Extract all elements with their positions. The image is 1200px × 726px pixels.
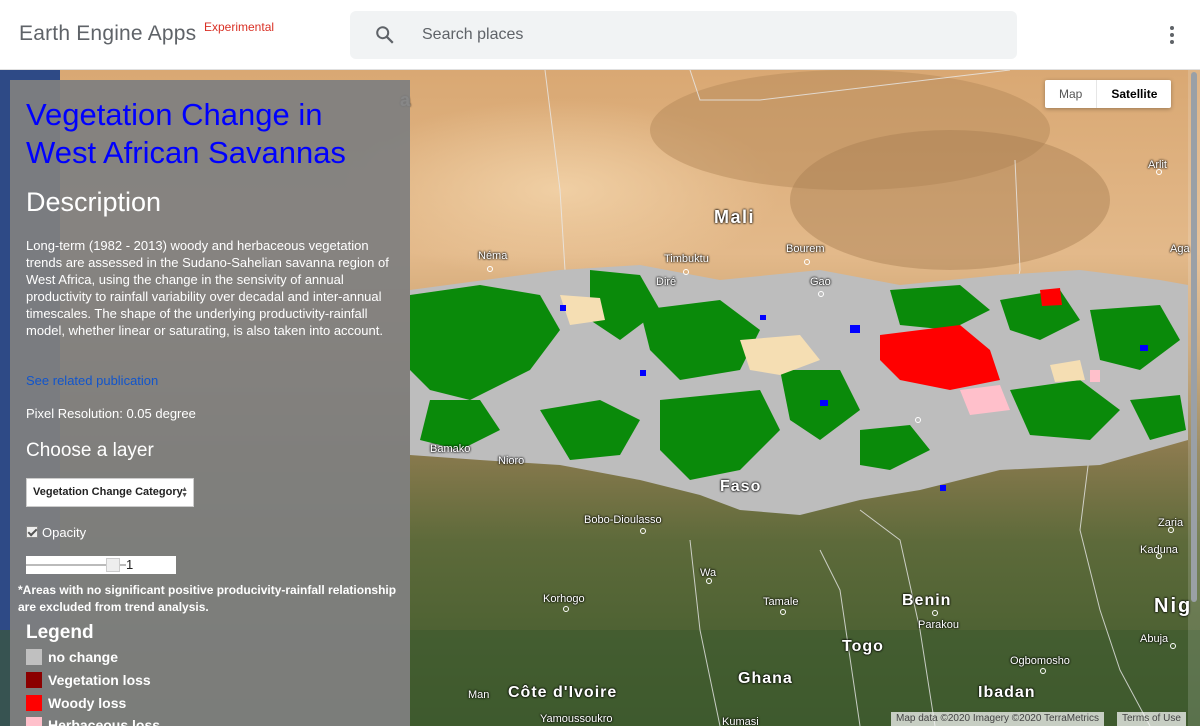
legend-label: Woody loss [48, 695, 127, 711]
legend-label: Herbaceous loss [48, 717, 161, 726]
city-marker [1156, 169, 1162, 175]
map-label-togo: Togo [842, 638, 884, 655]
map-label-tamale: Tamale [763, 596, 799, 608]
city-marker [780, 609, 786, 615]
opacity-value: 1 [126, 557, 134, 572]
map-label-aga: Aga [1170, 243, 1190, 255]
map-label-kumasi: Kumasi [722, 716, 759, 726]
city-marker [932, 610, 938, 616]
map-label-gao: Gao [810, 276, 831, 288]
map-label-bourem: Bourem [786, 243, 825, 255]
pixel-resolution: Pixel Resolution: 0.05 degree [26, 406, 196, 421]
opacity-label: Opacity [42, 524, 87, 540]
map-label-yamoussoukro: Yamoussoukro [540, 713, 613, 725]
search-icon[interactable] [374, 24, 396, 46]
page-scrollbar-thumb[interactable] [1191, 72, 1197, 602]
map-label-dire: Diré [656, 276, 677, 288]
map-label-cote-divoire: Côte d'Ivoire [508, 684, 618, 701]
legend-item: Vegetation loss [26, 671, 151, 689]
map-type-map-button[interactable]: Map [1045, 80, 1098, 108]
legend-swatch [26, 695, 42, 711]
opacity-toggle[interactable]: Opacity [26, 524, 86, 540]
experimental-tag: Experimental [204, 20, 275, 34]
map-label-parakou: Parakou [918, 619, 959, 631]
legend-title: Legend [26, 622, 94, 643]
city-marker [1040, 668, 1046, 674]
map-label-korhogo: Korhogo [543, 593, 585, 605]
description-text: Long-term (1982 - 2013) woody and herbac… [26, 238, 389, 338]
layer-select-value: Vegetation Change Category [33, 486, 183, 498]
city-marker [818, 291, 824, 297]
legend-label: no change [48, 649, 119, 665]
map-label-benin: Benin [902, 592, 952, 609]
search-input[interactable] [422, 22, 982, 48]
city-marker [706, 578, 712, 584]
legend-swatch [26, 672, 42, 688]
map-type-control: Map Satellite [1045, 80, 1172, 108]
analysis-note: *Areas with no significant positive prod… [18, 583, 397, 614]
map-label-ghana: Ghana [738, 670, 793, 687]
map-label-nioro: Nioro [498, 455, 525, 467]
legend-item: Woody loss [26, 694, 126, 712]
slider-handle[interactable] [106, 558, 120, 572]
layer-select[interactable]: Vegetation Change Category ▲ ▼ [26, 478, 194, 507]
legend-label: Vegetation loss [48, 672, 151, 688]
map-label-ogbomosho: Ogbomosho [1010, 655, 1070, 667]
city-marker [487, 266, 493, 272]
legend-item: Herbaceous loss [26, 716, 160, 726]
city-marker [1156, 553, 1162, 559]
info-panel: Vegetation Change in West African Savann… [10, 80, 410, 726]
city-marker [683, 269, 689, 275]
city-marker [804, 259, 810, 265]
legend-item: no change [26, 648, 118, 666]
map-type-satellite-button[interactable]: Satellite [1097, 80, 1171, 108]
map-attribution: Map data ©2020 Imagery ©2020 TerraMetric… [891, 712, 1104, 726]
legend-swatch [26, 649, 42, 665]
map-label-bamako: Bamako [430, 443, 471, 455]
map-label-nema: Néma [478, 250, 508, 262]
opacity-slider[interactable]: 1 [26, 556, 176, 574]
city-marker [563, 606, 569, 612]
map-label-bobo-dioulasso: Bobo-Dioulasso [584, 514, 662, 526]
map-label-man: Man [468, 689, 490, 701]
app-header: Earth Engine Apps Experimental [0, 0, 1200, 70]
city-marker [1170, 643, 1176, 649]
city-marker [915, 417, 921, 423]
terms-of-use-link[interactable]: Terms of Use [1117, 712, 1186, 726]
more-options-icon[interactable] [1162, 24, 1182, 46]
map-label-ibadan: Ibadan [978, 684, 1036, 701]
map-label-abuja: Abuja [1140, 633, 1169, 645]
map-label-mali: Mali [714, 207, 756, 227]
select-arrows-icon: ▲ ▼ [181, 486, 188, 499]
description-heading: Description [26, 187, 162, 217]
map-label-nigeria: Nig [1154, 595, 1193, 617]
map-label-faso: Faso [720, 478, 762, 495]
city-marker [1168, 527, 1174, 533]
city-marker [640, 528, 646, 534]
opacity-checkbox[interactable] [26, 526, 38, 538]
map-label-timbuktu: Timbuktu [664, 253, 709, 265]
related-publication-link[interactable]: See related publication [26, 373, 158, 388]
legend-swatch [26, 717, 42, 726]
app-title: Vegetation Change in West African Savann… [26, 97, 346, 170]
choose-layer-heading: Choose a layer [26, 440, 154, 461]
brand-title[interactable]: Earth Engine Apps [19, 22, 196, 46]
